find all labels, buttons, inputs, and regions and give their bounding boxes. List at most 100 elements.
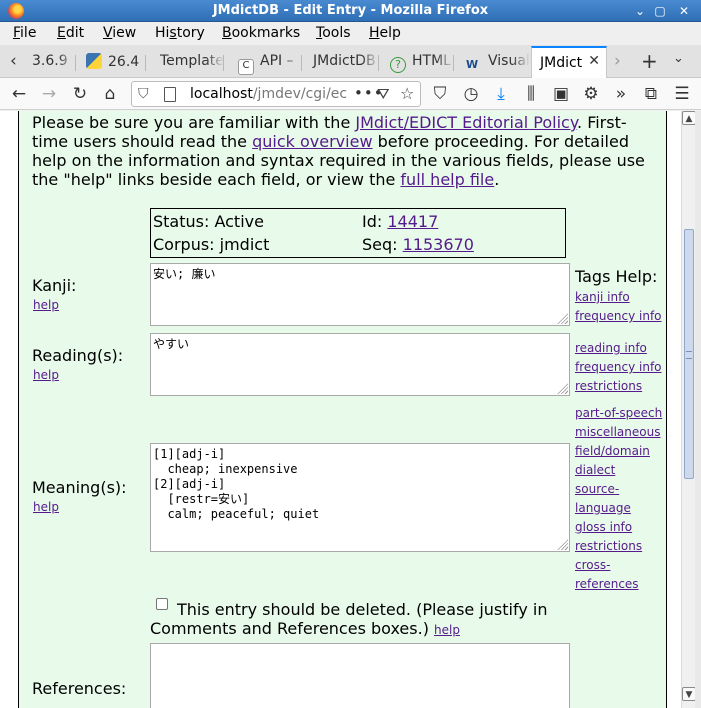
maximize-button[interactable]: ▢ xyxy=(652,3,668,19)
history-clock-icon[interactable]: ◷ xyxy=(460,83,482,105)
entry-status-box: Status: Active Id: 14417 Corpus: jmdict … xyxy=(150,208,566,258)
python-icon xyxy=(86,53,102,69)
window-frame-edge xyxy=(695,111,701,708)
status-text: Status: Active xyxy=(153,212,264,231)
tab-visual[interactable]: W Visual xyxy=(460,49,530,77)
intro-paragraph: Please be sure you are familiar with the… xyxy=(32,113,645,189)
window-title: JMdictDB - Edit Entry - Mozilla Firefox xyxy=(212,3,489,18)
kanji-help-link[interactable]: help xyxy=(33,298,59,312)
resize-grip-icon[interactable] xyxy=(556,312,568,324)
menu-view[interactable]: View xyxy=(103,25,136,41)
delete-entry-label: This entry should be deleted. (Please ju… xyxy=(177,600,548,619)
tag-reading-frequency-link[interactable]: frequency info xyxy=(575,360,662,374)
tag-cross-references-link-cont[interactable]: references xyxy=(575,577,639,591)
url-text[interactable]: localhost/jmdev/cgi/ec xyxy=(190,86,350,102)
menu-bookmarks[interactable]: Bookmarks xyxy=(222,25,300,41)
tag-kanji-info-link[interactable]: kanji info xyxy=(575,290,630,304)
tag-gloss-restrictions-link[interactable]: restrictions xyxy=(575,539,642,553)
menu-tools[interactable]: Tools xyxy=(316,25,351,41)
resize-grip-icon[interactable] xyxy=(556,382,568,394)
tag-reading-info-link[interactable]: reading info xyxy=(575,341,647,355)
tag-part-of-speech-link[interactable]: part-of-speech xyxy=(575,406,662,420)
tab-label: JMdict xyxy=(540,55,583,71)
tag-kanji-frequency-link[interactable]: frequency info xyxy=(575,309,662,323)
menu-history[interactable]: History xyxy=(155,25,205,41)
settings-gear-icon[interactable]: ⚙ xyxy=(580,83,602,105)
tab-label: 26.4 xyxy=(108,54,140,70)
tag-source-language-link-cont[interactable]: language xyxy=(575,501,631,515)
reading-label: Reading(s): xyxy=(32,346,124,365)
downloads-icon[interactable]: ⤓ xyxy=(490,83,512,105)
minimize-button[interactable]: ⌄ xyxy=(632,3,648,19)
extensions-icon[interactable]: ⧉ xyxy=(640,83,662,105)
menu-help[interactable]: Help xyxy=(369,25,401,41)
wikipedia-icon: C xyxy=(238,59,254,75)
help-circle-icon: ? xyxy=(390,57,406,73)
corpus-text: Corpus: jmdict xyxy=(153,235,270,254)
menu-file[interactable]: File xyxy=(13,25,36,41)
seq-text: Seq: 1153670 xyxy=(362,235,474,254)
quick-overview-link[interactable]: quick overview xyxy=(252,132,372,151)
tag-dialect-link[interactable]: dialect xyxy=(575,463,615,477)
tag-source-language-link[interactable]: source- xyxy=(575,482,619,496)
entry-seq-link[interactable]: 1153670 xyxy=(403,235,474,254)
kanji-label: Kanji: xyxy=(32,276,77,295)
tag-reading-restrictions-link[interactable]: restrictions xyxy=(575,379,642,393)
meaning-textarea[interactable]: [1][adj-i] cheap; inexpensive [2][adj-i]… xyxy=(150,443,570,552)
tab-python-26-4[interactable]: 26.4 xyxy=(80,49,146,77)
close-window-button[interactable]: ✕ xyxy=(676,3,692,19)
reading-textarea[interactable]: やすい xyxy=(150,333,570,396)
new-tab-icon[interactable]: + xyxy=(641,49,658,73)
references-textarea[interactable] xyxy=(150,643,570,708)
reader-view-icon[interactable]: ▣ xyxy=(550,83,572,105)
tag-gloss-info-link[interactable]: gloss info xyxy=(575,520,632,534)
scroll-up-arrow-icon[interactable]: ▲ xyxy=(682,111,696,125)
tab-bar: ‹ 3.6.9 26.4 Template C API – JMdictDB ? H… xyxy=(0,45,701,78)
edit-entry-panel: Please be sure you are familiar with the… xyxy=(18,111,667,708)
menu-edit[interactable]: Edit xyxy=(57,25,84,41)
delete-help-link[interactable]: help xyxy=(434,623,460,637)
tab-jmdict-active[interactable]: JMdict ✕ xyxy=(531,46,607,78)
meaning-help-link[interactable]: help xyxy=(33,500,59,514)
tag-miscellaneous-link[interactable]: miscellaneous xyxy=(575,425,660,439)
tab-jmdictdb[interactable]: JMdictDB xyxy=(307,49,379,77)
scroll-thumb-grip-icon xyxy=(686,351,692,359)
tag-field-domain-link[interactable]: field/domain xyxy=(575,444,650,458)
delete-entry-checkbox[interactable] xyxy=(156,598,168,610)
page-scrollbar[interactable]: ▲ ▼ xyxy=(681,111,696,708)
tab-3-6-9[interactable]: 3.6.9 xyxy=(28,49,76,77)
tab-scroll-right-icon[interactable]: › xyxy=(614,51,621,71)
delete-entry-label-line2: Comments and References boxes.) help xyxy=(150,619,460,638)
tab-html[interactable]: ? HTML xyxy=(384,49,454,77)
bookmark-save-icon[interactable]: ⛉ xyxy=(429,83,451,105)
page-info-icon[interactable] xyxy=(164,87,176,102)
close-tab-icon[interactable]: ✕ xyxy=(588,53,600,69)
tab-scroll-left-icon[interactable]: ‹ xyxy=(10,51,17,71)
editorial-policy-link[interactable]: JMdict/EDICT Editorial Policy xyxy=(355,113,577,132)
tab-api[interactable]: C API – xyxy=(230,49,302,77)
back-arrow-icon[interactable]: ← xyxy=(8,83,30,105)
menu-bar: File Edit View History Bookmarks Tools H… xyxy=(0,22,701,45)
window-titlebar: JMdictDB - Edit Entry - Mozilla Firefox … xyxy=(0,0,701,22)
library-icon[interactable]: ⫼ xyxy=(520,83,542,105)
list-all-tabs-icon[interactable]: ⌄ xyxy=(673,51,684,66)
home-icon[interactable]: ⌂ xyxy=(99,83,121,105)
pocket-icon[interactable]: ⛛ xyxy=(377,85,390,103)
hamburger-menu-icon[interactable]: ☰ xyxy=(671,83,693,105)
full-help-file-link[interactable]: full help file xyxy=(400,170,494,189)
kanji-textarea[interactable]: 安い; 廉い xyxy=(150,263,570,326)
reading-help-link[interactable]: help xyxy=(33,368,59,382)
resize-grip-icon[interactable] xyxy=(556,538,568,550)
overflow-chevron-icon[interactable]: » xyxy=(610,83,632,105)
bookmark-star-icon[interactable]: ☆ xyxy=(400,84,414,103)
address-bar[interactable]: ⛉ localhost/jmdev/cgi/ec ••• ⛛ ☆ xyxy=(131,81,421,107)
tab-template[interactable]: Template xyxy=(152,49,224,77)
entry-id-link[interactable]: 14417 xyxy=(387,212,438,231)
reload-icon[interactable]: ↻ xyxy=(69,83,91,105)
forward-arrow-icon[interactable]: → xyxy=(38,83,60,105)
scroll-down-arrow-icon[interactable]: ▼ xyxy=(682,687,696,701)
navigation-toolbar: ← → ↻ ⌂ ⛉ localhost/jmdev/cgi/ec ••• ⛛ ☆… xyxy=(0,78,701,110)
tracking-shield-icon[interactable]: ⛉ xyxy=(138,86,149,102)
tags-help-title: Tags Help: xyxy=(575,267,658,286)
tag-cross-references-link[interactable]: cross- xyxy=(575,558,610,572)
